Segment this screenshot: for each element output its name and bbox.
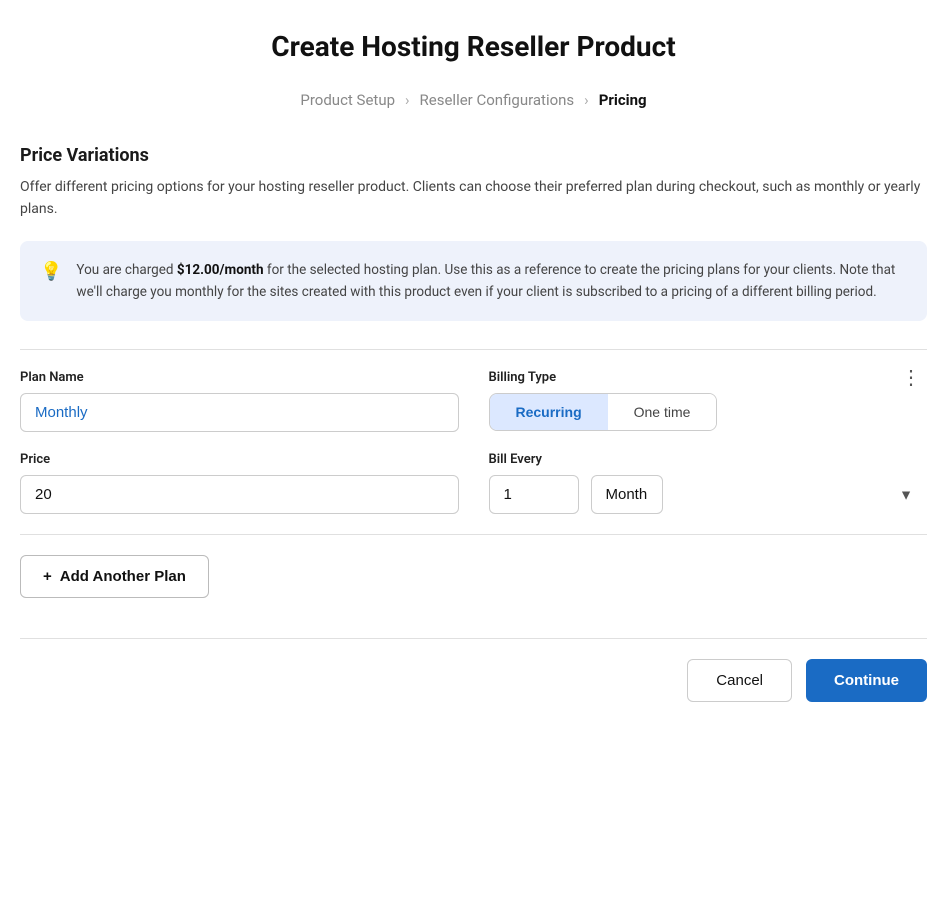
- divider-top: [20, 349, 927, 350]
- price-label: Price: [20, 452, 459, 467]
- section-description: Offer different pricing options for your…: [20, 176, 927, 221]
- plus-icon: +: [43, 568, 52, 585]
- price-bill-every-row: Price Bill Every Day Week Month Year ▼: [20, 452, 927, 514]
- footer-actions: Cancel Continue: [20, 638, 927, 702]
- bill-every-unit-select[interactable]: Day Week Month Year: [591, 475, 663, 514]
- price-input[interactable]: [20, 475, 459, 514]
- billing-type-col: ⋮ Billing Type Recurring One time: [489, 370, 928, 431]
- breadcrumb-step-product-setup: Product Setup: [300, 91, 395, 109]
- page-title: Create Hosting Reseller Product: [20, 30, 927, 63]
- billing-type-label: Billing Type: [489, 370, 928, 385]
- chevron-icon-1: ›: [405, 91, 410, 109]
- breadcrumb-step-pricing: Pricing: [599, 91, 647, 109]
- cancel-button[interactable]: Cancel: [687, 659, 792, 702]
- plan-name-label: Plan Name: [20, 370, 459, 385]
- lightbulb-icon: 💡: [40, 261, 62, 282]
- price-variations-section: Price Variations Offer different pricing…: [20, 145, 927, 321]
- bill-every-controls: Day Week Month Year ▼: [489, 475, 928, 514]
- chevron-down-icon: ▼: [899, 486, 913, 503]
- plan-section: Plan Name ⋮ Billing Type Recurring One t…: [20, 370, 927, 514]
- divider-bottom: [20, 534, 927, 535]
- billing-type-toggle: Recurring One time: [489, 393, 718, 431]
- more-options-button[interactable]: ⋮: [895, 366, 927, 390]
- chevron-icon-2: ›: [584, 91, 589, 109]
- continue-button[interactable]: Continue: [806, 659, 927, 702]
- info-box-text: You are charged $12.00/month for the sel…: [76, 259, 907, 304]
- plan-name-billing-row: Plan Name ⋮ Billing Type Recurring One t…: [20, 370, 927, 432]
- price-col: Price: [20, 452, 459, 514]
- add-another-plan-label: Add Another Plan: [60, 568, 186, 585]
- breadcrumb: Product Setup › Reseller Configurations …: [20, 91, 927, 109]
- one-time-button[interactable]: One time: [608, 394, 717, 430]
- info-box: 💡 You are charged $12.00/month for the s…: [20, 241, 927, 322]
- plan-name-col: Plan Name: [20, 370, 459, 432]
- bill-every-col: Bill Every Day Week Month Year ▼: [489, 452, 928, 514]
- breadcrumb-step-reseller-config: Reseller Configurations: [420, 91, 575, 109]
- bill-every-number-input[interactable]: [489, 475, 579, 514]
- section-heading: Price Variations: [20, 145, 927, 166]
- plan-name-input[interactable]: [20, 393, 459, 432]
- bill-every-label: Bill Every: [489, 452, 928, 467]
- recurring-button[interactable]: Recurring: [490, 394, 608, 430]
- bill-every-unit-wrapper: Day Week Month Year ▼: [591, 475, 928, 514]
- add-another-plan-button[interactable]: + Add Another Plan: [20, 555, 209, 598]
